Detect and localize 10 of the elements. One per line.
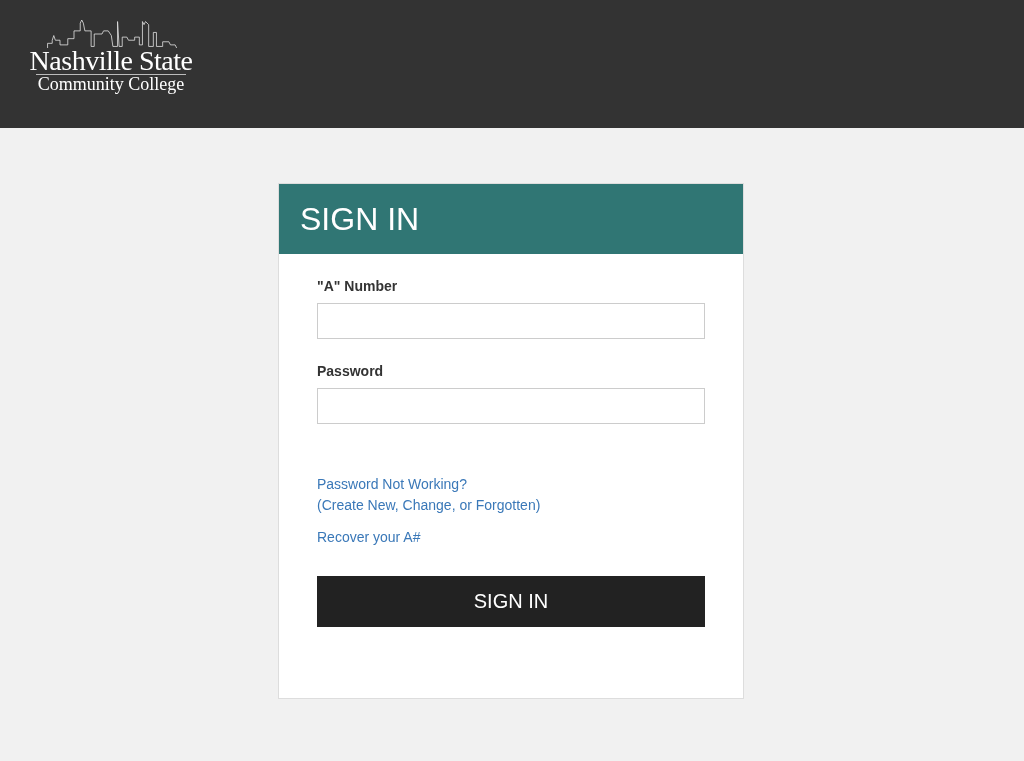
sign-in-button[interactable]: SIGN IN [317,576,705,627]
link[interactable]: Password Not Working? (Create New, Change, or Forgotten) [317,474,541,516]
field-label: Password [317,363,385,379]
card-title: SIGN IN [300,200,420,238]
logo-title: Nashville State [29,48,193,74]
logo-subtitle: Community College [35,74,187,93]
input-field[interactable] [317,303,705,339]
input-field[interactable] [317,388,705,424]
link[interactable]: Recover your A# [317,527,421,548]
field-label: "A" Number [317,278,399,294]
